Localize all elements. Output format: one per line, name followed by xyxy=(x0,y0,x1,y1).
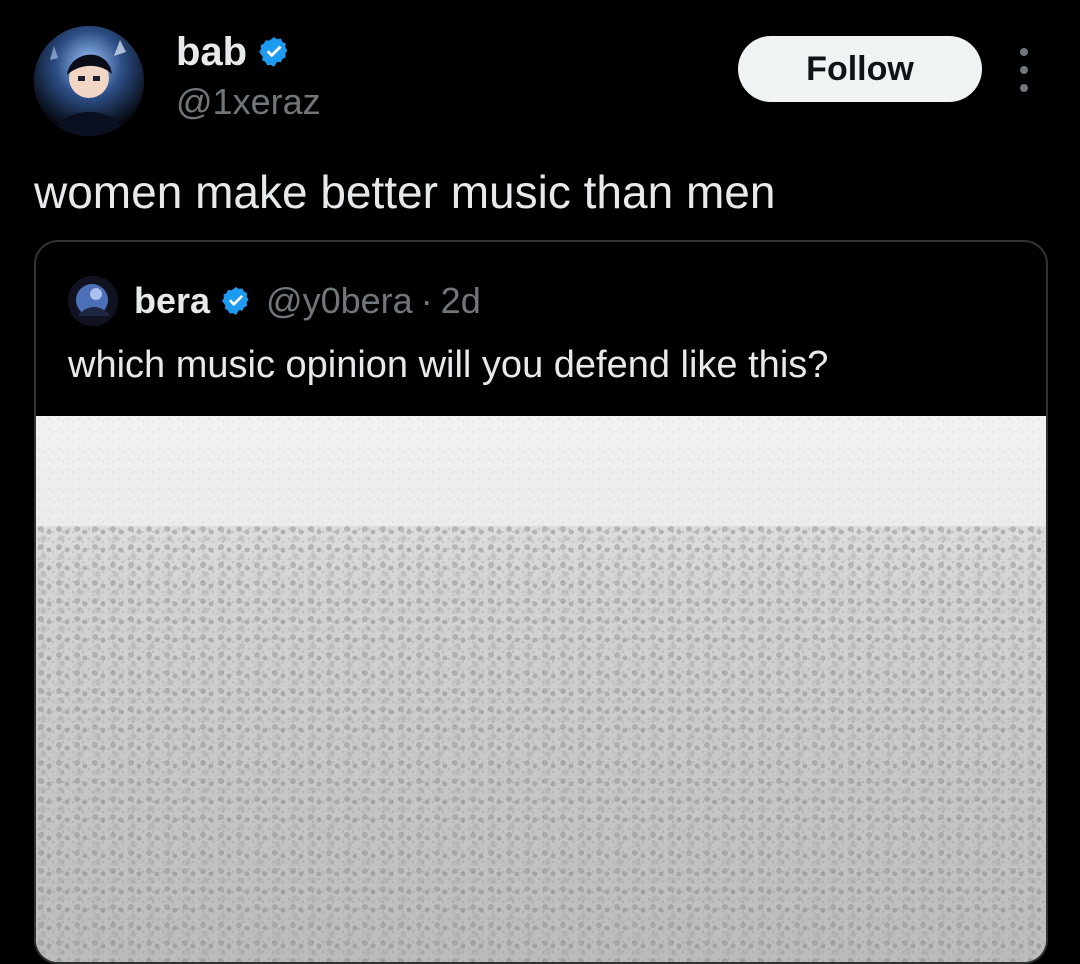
more-icon[interactable] xyxy=(1006,48,1042,92)
quote-handle[interactable]: @y0bera xyxy=(266,280,413,322)
quoted-tweet-card[interactable]: bera @y0bera · 2d which music opinion wi… xyxy=(34,240,1048,964)
verified-badge-icon xyxy=(259,37,288,67)
author-handle[interactable]: @1xeraz xyxy=(176,80,321,124)
more-dot xyxy=(1020,66,1028,74)
author-display-name[interactable]: bab xyxy=(176,28,247,76)
more-dot xyxy=(1020,48,1028,56)
follow-button[interactable]: Follow xyxy=(738,36,982,102)
verified-badge-icon xyxy=(222,287,249,315)
quote-separator: · xyxy=(420,280,433,321)
author-name-row: bab xyxy=(176,28,291,76)
author-avatar[interactable] xyxy=(34,26,144,136)
quote-display-name[interactable]: bera xyxy=(134,280,210,322)
quote-avatar[interactable] xyxy=(68,276,118,326)
quote-media-image[interactable] xyxy=(36,416,1046,962)
tweet-text: women make better music than men xyxy=(34,166,776,218)
quote-header: bera @y0bera · 2d xyxy=(68,276,481,326)
more-dot xyxy=(1020,84,1028,92)
quote-text: which music opinion will you defend like… xyxy=(68,344,829,386)
quote-time[interactable]: 2d xyxy=(441,280,481,322)
